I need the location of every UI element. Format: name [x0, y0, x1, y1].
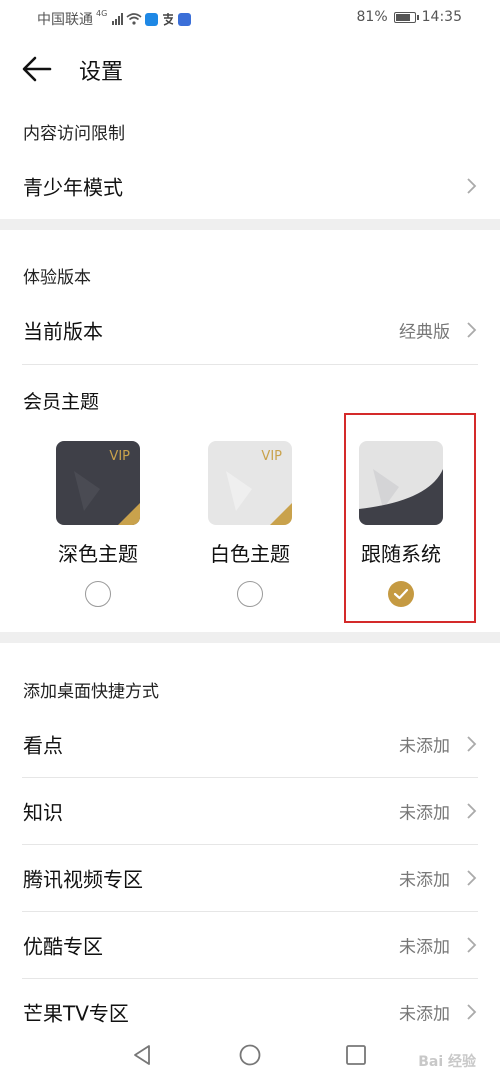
watermark: Bai 经验	[418, 1054, 476, 1070]
radio-dark-theme[interactable]	[85, 581, 111, 607]
shortcut-label: 知识	[23, 800, 63, 825]
shortcut-status: 未添加	[399, 1004, 450, 1025]
shortcut-row-youku[interactable]: 优酷专区 未添加	[0, 913, 500, 977]
page-title: 设置	[79, 60, 124, 85]
nav-recents-icon[interactable]	[344, 1043, 368, 1067]
section-label-experience: 体验版本	[23, 268, 91, 288]
chevron-right-icon	[467, 322, 477, 338]
theme-name-white: 白色主题	[210, 542, 290, 566]
divider	[22, 364, 478, 365]
current-version-row[interactable]: 当前版本 经典版	[0, 298, 500, 362]
current-version-value: 经典版	[399, 322, 450, 343]
teen-mode-label: 青少年模式	[23, 175, 123, 200]
shortcut-status: 未添加	[399, 870, 450, 891]
chevron-right-icon	[467, 803, 477, 819]
clock: 14:35	[421, 9, 462, 25]
section-gap	[0, 632, 500, 643]
dark-theme-thumbnail: VIP	[56, 441, 140, 525]
theme-name-dark: 深色主题	[58, 542, 138, 566]
battery-percent: 81%	[356, 9, 388, 25]
shortcut-row-kandian[interactable]: 看点 未添加	[0, 712, 500, 776]
shortcut-row-zhishi[interactable]: 知识 未添加	[0, 779, 500, 843]
vip-badge: VIP	[109, 449, 130, 464]
shield-app-icon	[145, 12, 159, 26]
current-version-label: 当前版本	[23, 319, 103, 344]
shortcut-status: 未添加	[399, 736, 450, 757]
divider	[22, 978, 478, 979]
shortcut-label: 优酷专区	[23, 934, 103, 959]
system-nav-bar: Bai 经验	[0, 1035, 500, 1083]
nav-home-icon[interactable]	[238, 1043, 262, 1067]
network-type: 4G	[96, 8, 108, 18]
section-label-content-restriction: 内容访问限制	[23, 124, 125, 144]
shortcut-row-tencent-video[interactable]: 腾讯视频专区 未添加	[0, 846, 500, 910]
section-label-shortcuts: 添加桌面快捷方式	[23, 682, 159, 702]
white-theme-thumbnail: VIP	[208, 441, 292, 525]
highlight-box	[344, 413, 476, 623]
wifi-icon	[126, 13, 142, 25]
battery-icon	[393, 11, 419, 23]
chevron-right-icon	[467, 870, 477, 886]
theme-option-white[interactable]: VIP 白色主题	[175, 441, 325, 607]
alipay-icon	[163, 13, 174, 26]
chevron-right-icon	[467, 1004, 477, 1020]
status-bar: 中国联通 4G 81% 14:35	[0, 0, 500, 36]
app-header: 设置	[0, 38, 500, 100]
vip-badge: VIP	[261, 449, 282, 464]
back-arrow-icon[interactable]	[20, 52, 54, 86]
divider	[22, 844, 478, 845]
divider	[22, 777, 478, 778]
teen-mode-row[interactable]: 青少年模式	[0, 154, 500, 218]
chevron-right-icon	[467, 736, 477, 752]
app-notification-icon	[178, 12, 192, 26]
theme-option-dark[interactable]: VIP 深色主题	[23, 441, 173, 607]
carrier-label: 中国联通	[37, 12, 93, 28]
shortcut-status: 未添加	[399, 803, 450, 824]
radio-white-theme[interactable]	[237, 581, 263, 607]
signal-icon	[112, 13, 124, 25]
section-label-member-theme: 会员主题	[23, 391, 100, 413]
section-gap	[0, 219, 500, 230]
divider	[22, 911, 478, 912]
chevron-right-icon	[467, 178, 477, 194]
shortcut-label: 看点	[23, 733, 63, 758]
chevron-right-icon	[467, 937, 477, 953]
shortcut-status: 未添加	[399, 937, 450, 958]
shortcut-label: 芒果TV专区	[23, 1001, 129, 1026]
shortcut-label: 腾讯视频专区	[23, 867, 143, 892]
nav-back-icon[interactable]	[131, 1043, 155, 1067]
